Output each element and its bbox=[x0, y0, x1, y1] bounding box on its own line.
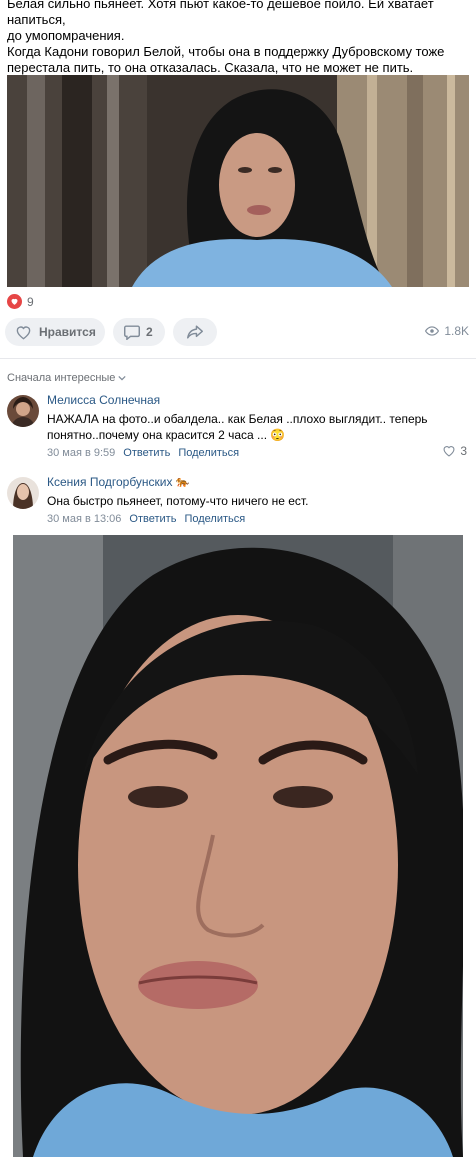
comment-meta: 30 мая в 13:06 Ответить Поделиться bbox=[47, 513, 469, 525]
heart-reaction-icon bbox=[7, 294, 22, 309]
comment-text: НАЖАЛА на фото..и обалдела.. как Белая .… bbox=[47, 411, 469, 443]
comments-sort-dropdown[interactable]: Сначала интересные bbox=[7, 372, 127, 384]
comment-button[interactable]: 2 bbox=[113, 318, 165, 346]
comment-author: Мелисса Солнечная bbox=[47, 393, 161, 407]
post-photo-illustration bbox=[7, 75, 469, 287]
reply-link[interactable]: Ответить bbox=[129, 513, 176, 525]
chevron-down-icon bbox=[118, 375, 127, 381]
avatar[interactable] bbox=[7, 477, 39, 509]
comment-date[interactable]: 30 мая в 13:06 bbox=[47, 513, 121, 525]
reactions-summary[interactable]: 9 bbox=[7, 294, 34, 309]
post-text-line: до умопомрачения. bbox=[7, 28, 125, 43]
heart-outline-icon bbox=[16, 325, 31, 339]
post-text-line: Когда Кадони говорил Белой, чтобы она в … bbox=[7, 44, 445, 59]
comment-author: Ксения Подгорбунских bbox=[47, 475, 173, 489]
comment-text-body: Она быстро пьянеет, потому-что ничего не… bbox=[47, 494, 309, 508]
comment-count: 2 bbox=[146, 325, 153, 339]
reactions-count: 9 bbox=[27, 294, 34, 309]
comment-like-button[interactable]: 3 bbox=[442, 444, 467, 458]
comment-author-link[interactable]: Мелисса Солнечная bbox=[47, 392, 469, 408]
heart-outline-icon bbox=[443, 446, 455, 457]
emoji-flushed-icon: 😳 bbox=[270, 428, 286, 442]
divider bbox=[0, 358, 476, 359]
post-text-line: Белая сильно пьянеет. Хотя пьют какое-то… bbox=[7, 0, 434, 27]
comment-author-link[interactable]: Ксения Подгорбунских 🐅 bbox=[47, 474, 469, 490]
post-action-bar: Нравится 2 1.8K bbox=[5, 318, 469, 348]
eye-icon bbox=[425, 326, 440, 336]
share-button[interactable] bbox=[173, 318, 217, 346]
tiger-badge-icon: 🐅 bbox=[175, 476, 190, 488]
comment-like-count: 3 bbox=[460, 444, 467, 458]
comment-text-body: НАЖАЛА на фото..и обалдела.. как Белая .… bbox=[47, 412, 428, 442]
comment-photo[interactable] bbox=[13, 535, 463, 1157]
comments-sort-label: Сначала интересные bbox=[7, 372, 116, 384]
reply-link[interactable]: Ответить bbox=[123, 447, 170, 459]
views-counter: 1.8K bbox=[425, 324, 469, 338]
views-count: 1.8K bbox=[444, 324, 469, 338]
post-photo[interactable] bbox=[7, 75, 469, 287]
share-link[interactable]: Поделиться bbox=[184, 513, 245, 525]
like-button[interactable]: Нравится bbox=[5, 318, 105, 346]
comment-photo-illustration bbox=[13, 535, 463, 1157]
like-button-label: Нравится bbox=[39, 325, 96, 339]
comment-date[interactable]: 30 мая в 9:59 bbox=[47, 447, 115, 459]
comment-icon bbox=[124, 325, 140, 340]
post-text-line: перестала пить, то она отказалась. Сказа… bbox=[7, 60, 414, 75]
share-link[interactable]: Поделиться bbox=[178, 447, 239, 459]
comment-meta: 30 мая в 9:59 Ответить Поделиться bbox=[47, 447, 469, 459]
avatar[interactable] bbox=[7, 395, 39, 427]
share-icon bbox=[187, 325, 203, 339]
post-text: Белая сильно пьянеет. Хотя пьют какое-то… bbox=[7, 0, 469, 76]
comment-text: Она быстро пьянеет, потому-что ничего не… bbox=[47, 493, 469, 509]
